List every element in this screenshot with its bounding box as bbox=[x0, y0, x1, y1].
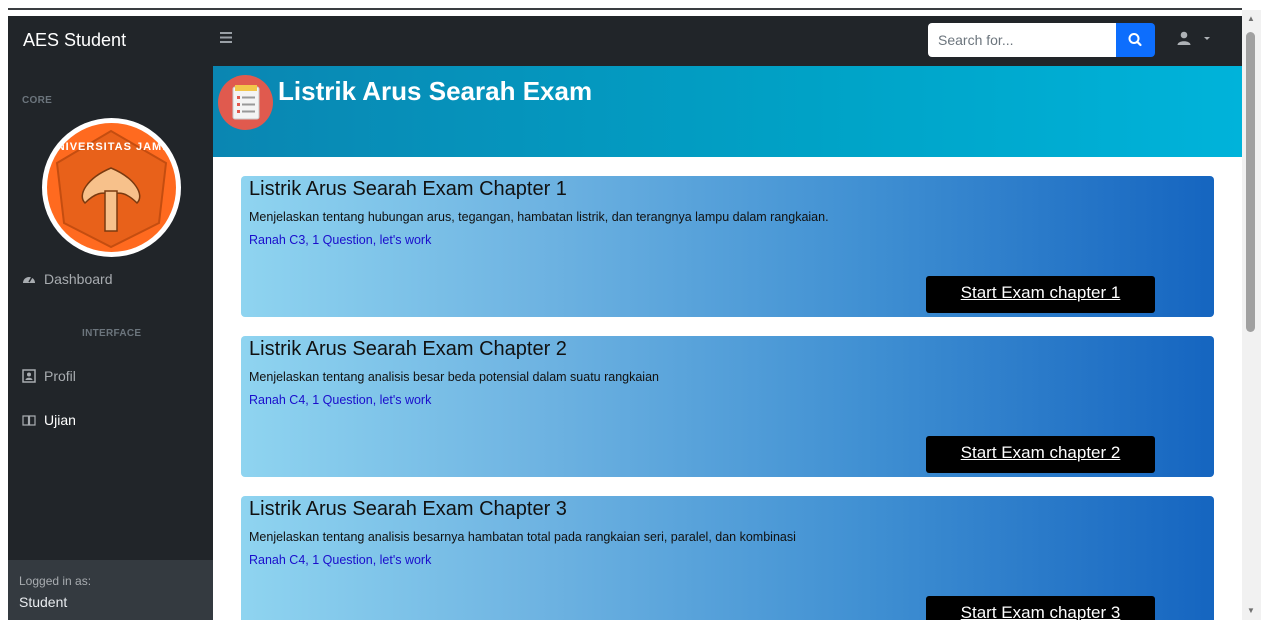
exam-card: Listrik Arus Searah Exam Chapter 3 Menje… bbox=[241, 496, 1214, 620]
exam-card: Listrik Arus Searah Exam Chapter 1 Menje… bbox=[241, 176, 1214, 317]
top-navbar: AES Student bbox=[8, 16, 1242, 66]
sidebar-item-ujian[interactable]: Ujian bbox=[22, 412, 76, 428]
sidebar-heading-core: CORE bbox=[22, 95, 53, 106]
book-icon bbox=[22, 413, 36, 427]
brand[interactable]: AES Student bbox=[23, 30, 126, 51]
dashboard-icon bbox=[22, 272, 36, 286]
page-scrollbar[interactable]: ▲ ▼ bbox=[1242, 10, 1261, 620]
user-icon bbox=[1177, 31, 1191, 45]
start-exam-button[interactable]: Start Exam chapter 2 bbox=[926, 436, 1155, 473]
exam-title: Listrik Arus Searah Exam Chapter 3 bbox=[249, 498, 567, 520]
user-dropdown[interactable] bbox=[1176, 30, 1212, 49]
exam-title: Listrik Arus Searah Exam Chapter 2 bbox=[249, 338, 567, 360]
logged-in-user: Student bbox=[19, 594, 68, 610]
sidebar-toggle-button[interactable] bbox=[220, 30, 232, 48]
sidebar-item-label: Profil bbox=[44, 368, 76, 384]
exam-meta-link[interactable]: Ranah C3, 1 Question, let's work bbox=[249, 233, 431, 247]
scroll-down-arrow-icon[interactable]: ▼ bbox=[1247, 606, 1255, 615]
search-button[interactable] bbox=[1116, 23, 1155, 57]
exam-card: Listrik Arus Searah Exam Chapter 2 Menje… bbox=[241, 336, 1214, 477]
page-banner: Listrik Arus Searah Exam bbox=[213, 66, 1242, 157]
sidebar-heading-interface: INTERFACE bbox=[82, 328, 142, 339]
sidebar-footer: Logged in as: Student bbox=[8, 560, 213, 620]
exam-title: Listrik Arus Searah Exam Chapter 1 bbox=[249, 178, 567, 200]
page-title: Listrik Arus Searah Exam bbox=[278, 76, 593, 106]
browser-top-strip bbox=[0, 0, 1261, 10]
sidebar: CORE UNIVERSITAS JAMBI Dashboard INTERFA… bbox=[8, 66, 213, 620]
hamburger-icon bbox=[220, 32, 232, 43]
sidebar-item-label: Ujian bbox=[44, 412, 76, 428]
main-content: Listrik Arus Searah Exam Listrik Arus Se… bbox=[213, 66, 1242, 620]
scroll-up-arrow-icon[interactable]: ▲ bbox=[1247, 14, 1255, 23]
exam-paper-icon bbox=[218, 75, 273, 130]
search-input[interactable] bbox=[928, 23, 1116, 57]
sidebar-item-profil[interactable]: Profil bbox=[22, 368, 76, 384]
id-card-icon bbox=[22, 369, 36, 383]
search-icon bbox=[1128, 33, 1142, 47]
exam-meta-link[interactable]: Ranah C4, 1 Question, let's work bbox=[249, 393, 431, 407]
start-exam-button[interactable]: Start Exam chapter 3 bbox=[926, 596, 1155, 620]
sidebar-item-label: Dashboard bbox=[44, 271, 113, 287]
scroll-thumb[interactable] bbox=[1246, 32, 1255, 332]
logged-in-label: Logged in as: bbox=[19, 574, 92, 588]
start-exam-button[interactable]: Start Exam chapter 1 bbox=[926, 276, 1155, 313]
exam-description: Menjelaskan tentang analisis besarnya ha… bbox=[249, 530, 796, 544]
exam-meta-link[interactable]: Ranah C4, 1 Question, let's work bbox=[249, 553, 431, 567]
caret-down-icon bbox=[1203, 37, 1210, 40]
logo-text: UNIVERSITAS JAMBI bbox=[47, 141, 176, 153]
university-logo: UNIVERSITAS JAMBI bbox=[42, 118, 181, 257]
sidebar-item-dashboard[interactable]: Dashboard bbox=[22, 271, 113, 287]
exam-description: Menjelaskan tentang hubungan arus, tegan… bbox=[249, 210, 829, 224]
exam-description: Menjelaskan tentang analisis besar beda … bbox=[249, 370, 659, 384]
